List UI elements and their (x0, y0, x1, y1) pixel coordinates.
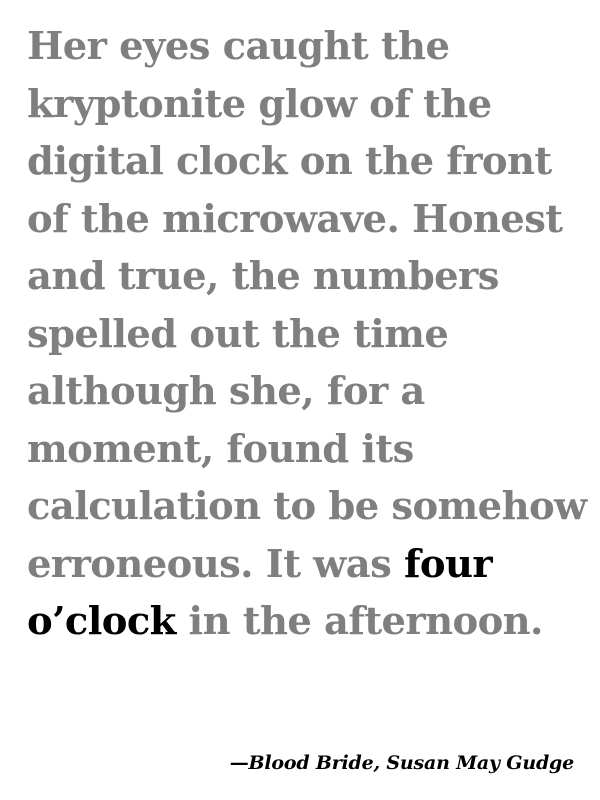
quote-line-9: calculation to be somehow (27, 484, 587, 529)
quote-line-5: and true, the numbers (27, 254, 499, 299)
quote-passage: Her eyes caught the kryptonite glow of t… (27, 18, 587, 651)
quote-line-3: digital clock on the front (27, 139, 552, 184)
quote-line-1: Her eyes caught the (27, 24, 450, 69)
quote-line-11-text: in the afternoon. (175, 599, 544, 644)
quote-line-11: o’clock in the afternoon. (27, 593, 587, 651)
quote-line-10-text: erroneous. It was (27, 541, 404, 587)
highlighted-time-word-1: four (403, 541, 493, 587)
quote-line-6: spelled out the time (27, 311, 449, 357)
attribution: —Blood Bride, Susan May Gudge (229, 752, 574, 774)
quote-line-4: of the microwave. Honest (27, 196, 563, 242)
quote-line-2: kryptonite glow of the (27, 81, 492, 127)
quote-line-10: erroneous. It was four (27, 536, 587, 594)
highlighted-time-word-2: o’clock (27, 599, 176, 644)
quote-line-7: although she, for a (27, 369, 425, 414)
quote-line-8: moment, found its (27, 426, 414, 472)
page: Her eyes caught the kryptonite glow of t… (0, 0, 600, 800)
